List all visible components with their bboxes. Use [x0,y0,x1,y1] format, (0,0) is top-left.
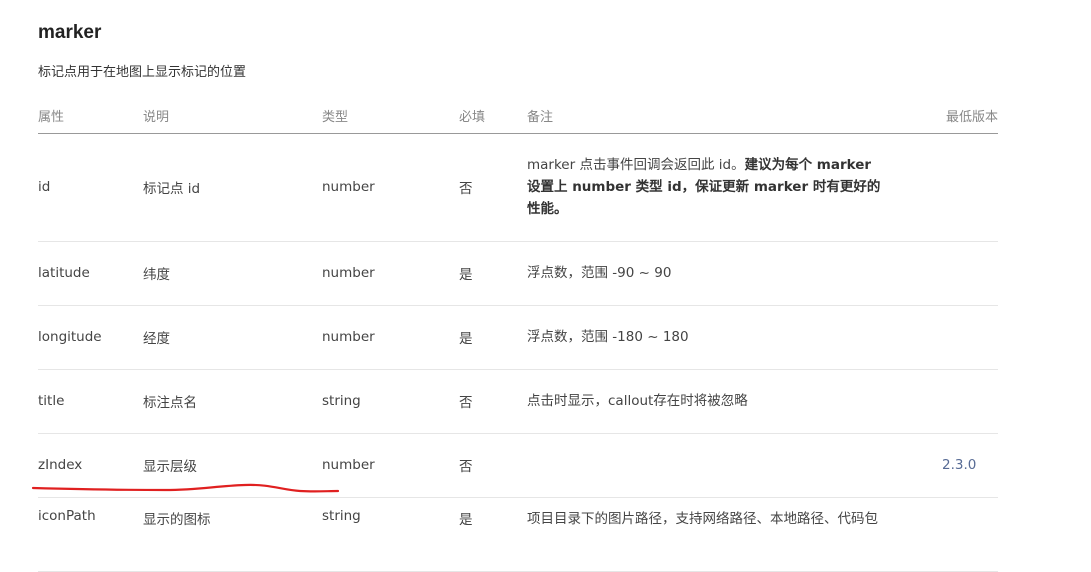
cell-note: marker 点击事件回调会返回此 id。建议为每个 marker 设置上 nu… [527,133,942,242]
cell-attr: title [38,369,143,434]
cell-version [942,305,998,370]
header-attr: 属性 [38,97,143,134]
section-description: 标记点用于在地图上显示标记的位置 [38,65,247,80]
cell-type: number [322,241,459,306]
cell-type: number [322,305,459,370]
table-row: title 标注点名 string 否 点击时显示，callout存在时将被忽略 [38,369,998,434]
table-row: longitude 经度 number 是 浮点数，范围 -180 ~ 180 [38,305,998,370]
table-row: iconPath 显示的图标 string 是 项目目录下的图片路径，支持网络路… [38,497,998,572]
header-type: 类型 [322,97,459,134]
cell-note: 浮点数，范围 -90 ~ 90 [527,241,942,306]
cell-note: 项目目录下的图片路径，支持网络路径、本地路径、代码包 [527,497,942,572]
cell-required: 是 [459,241,527,306]
cell-version: 2.3.0 [942,433,998,498]
cell-desc: 显示层级 [143,433,322,498]
cell-desc: 标注点名 [143,369,322,434]
cell-type: number [322,133,459,242]
table-row: id 标记点 id number 否 marker 点击事件回调会返回此 id。… [38,133,998,242]
cell-version [942,497,998,572]
note-text: marker 点击事件回调会返回此 id。 [527,157,745,173]
cell-note [527,433,942,498]
header-note: 备注 [527,97,942,134]
version-link[interactable]: 2.3.0 [942,457,976,473]
header-version: 最低版本 [942,97,998,134]
cell-desc: 标记点 id [143,133,322,242]
cell-desc: 经度 [143,305,322,370]
table-row: latitude 纬度 number 是 浮点数，范围 -90 ~ 90 [38,241,998,306]
cell-attr: latitude [38,241,143,306]
cell-note: 浮点数，范围 -180 ~ 180 [527,305,942,370]
table-row-zindex: zIndex 显示层级 number 否 2.3.0 [38,433,998,498]
cell-required: 是 [459,497,527,572]
table-header-row: 属性 说明 类型 必填 备注 最低版本 [38,97,998,134]
section-title: marker [38,22,102,43]
cell-required: 否 [459,133,527,242]
cell-attr: id [38,133,143,242]
cell-note: 点击时显示，callout存在时将被忽略 [527,369,942,434]
cell-type: string [322,497,459,572]
cell-version [942,369,998,434]
cell-attr: iconPath [38,497,143,572]
cell-attr: longitude [38,305,143,370]
cell-desc: 纬度 [143,241,322,306]
cell-required: 否 [459,369,527,434]
cell-desc: 显示的图标 [143,497,322,572]
header-desc: 说明 [143,97,322,134]
cell-type: number [322,433,459,498]
cell-attr: zIndex [38,433,143,498]
cell-version [942,133,998,242]
attribute-table: 属性 说明 类型 必填 备注 最低版本 id 标记点 id number 否 m… [38,97,998,572]
header-required: 必填 [459,97,527,134]
cell-version [942,241,998,306]
cell-type: string [322,369,459,434]
cell-required: 否 [459,433,527,498]
cell-required: 是 [459,305,527,370]
